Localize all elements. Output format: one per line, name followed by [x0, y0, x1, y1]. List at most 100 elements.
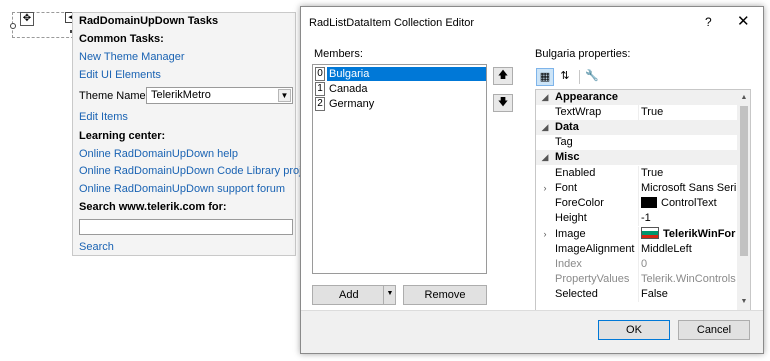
- collection-editor-dialog: RadListDataItem Collection Editor ? ✕ Me…: [300, 6, 764, 354]
- property-value[interactable]: MiddleLeft: [638, 242, 736, 257]
- search-heading: Search www.telerik.com for:: [79, 201, 227, 213]
- category-name: Appearance: [555, 91, 618, 103]
- bulgaria-flag-icon: [641, 227, 659, 239]
- collapse-icon[interactable]: ◢: [539, 120, 551, 135]
- property-row[interactable]: Tag: [536, 135, 737, 150]
- edit-ui-elements-link[interactable]: Edit UI Elements: [79, 69, 161, 81]
- scroll-up-icon[interactable]: ▲: [739, 92, 749, 104]
- property-name: Selected: [555, 288, 598, 300]
- toolbar-separator: [579, 70, 580, 84]
- resize-handle[interactable]: [10, 23, 16, 29]
- property-row[interactable]: PropertyValues Telerik.WinControls.RadPr…: [536, 272, 737, 287]
- property-row[interactable]: Selected False: [536, 287, 737, 302]
- property-value[interactable]: -1: [638, 211, 736, 226]
- list-item[interactable]: 2 Germany: [315, 97, 486, 111]
- property-name: Tag: [555, 136, 573, 148]
- raddomainupdown-control[interactable]: ✥ ◀: [10, 12, 77, 38]
- property-row[interactable]: › Font Microsoft Sans Serif, 8,25pt: [536, 181, 737, 196]
- property-value[interactable]: True: [638, 166, 736, 181]
- list-item-name: Canada: [329, 83, 368, 95]
- theme-name-label: Theme Name:: [79, 90, 149, 102]
- property-value[interactable]: True: [638, 105, 736, 120]
- properties-label: Bulgaria properties:: [535, 48, 631, 60]
- property-row[interactable]: ForeColor ControlText: [536, 196, 737, 211]
- alphabetical-sort-icon[interactable]: ⇅: [556, 68, 574, 86]
- help-button[interactable]: ?: [705, 15, 712, 29]
- property-name: Enabled: [555, 167, 596, 179]
- search-input[interactable]: [79, 219, 293, 235]
- property-value-text: ControlText: [661, 197, 717, 209]
- up-arrow-icon: 🡅: [497, 70, 509, 81]
- list-item-name: Bulgaria: [327, 67, 486, 81]
- categorized-view-icon[interactable]: ▦: [536, 68, 554, 86]
- move-handle-icon[interactable]: ✥: [20, 12, 34, 26]
- property-name: ForeColor: [555, 197, 604, 209]
- list-item[interactable]: 1 Canada: [315, 82, 486, 96]
- add-dropdown-arrow-icon[interactable]: ▼: [383, 285, 396, 305]
- remove-button[interactable]: Remove: [403, 285, 487, 305]
- property-value[interactable]: Microsoft Sans Serif, 8,25pt: [638, 181, 736, 196]
- property-value[interactable]: TelerikWinForms: [638, 227, 736, 242]
- property-name: Image: [555, 228, 586, 240]
- property-pages-icon[interactable]: 🔧: [583, 68, 601, 86]
- scroll-down-icon[interactable]: ▼: [739, 296, 749, 308]
- property-name: Font: [555, 182, 578, 194]
- new-theme-manager-link[interactable]: New Theme Manager: [79, 51, 185, 63]
- dialog-footer: OK Cancel: [301, 310, 763, 353]
- smart-tag-panel: RadDomainUpDown Tasks Common Tasks: New …: [72, 12, 322, 256]
- property-grid-scrollbar[interactable]: ▲ ▼: [737, 90, 750, 310]
- category-name: Misc: [555, 151, 580, 163]
- support-forum-link[interactable]: Online RadDomainUpDown support forum: [79, 183, 285, 195]
- property-row[interactable]: Index 0: [536, 257, 737, 272]
- property-row[interactable]: ImageAlignment MiddleLeft: [536, 242, 737, 257]
- property-row[interactable]: › Image TelerikWinForms: [536, 227, 737, 242]
- edit-items-link[interactable]: Edit Items: [79, 111, 128, 123]
- scrollbar-thumb[interactable]: [740, 106, 748, 256]
- dialog-title: RadListDataItem Collection Editor: [309, 17, 475, 29]
- collapse-icon[interactable]: ◢: [539, 150, 551, 165]
- category-row[interactable]: ◢ Appearance: [536, 90, 737, 105]
- move-down-button[interactable]: 🡇: [493, 94, 513, 112]
- list-item-index: 1: [315, 82, 325, 96]
- property-grid[interactable]: ◢ Appearance TextWrap True ◢ Data Tag ◢ …: [535, 89, 751, 311]
- property-row[interactable]: TextWrap True: [536, 105, 737, 120]
- online-help-link[interactable]: Online RadDomainUpDown help: [79, 148, 238, 160]
- move-up-button[interactable]: 🡅: [493, 67, 513, 85]
- property-value[interactable]: False: [638, 287, 736, 302]
- add-button-label: Add: [339, 289, 359, 301]
- close-icon[interactable]: ✕: [737, 12, 750, 30]
- list-item-name: Germany: [329, 98, 375, 110]
- chevron-down-icon[interactable]: ▼: [278, 89, 291, 102]
- category-row[interactable]: ◢ Misc: [536, 150, 737, 165]
- search-link[interactable]: Search: [79, 241, 114, 253]
- common-tasks-heading: Common Tasks:: [79, 33, 164, 45]
- property-grid-toolbar: ▦ ⇅ 🔧: [535, 67, 751, 89]
- property-name: TextWrap: [555, 106, 602, 118]
- list-item[interactable]: 0 Bulgaria: [315, 67, 486, 81]
- ok-button[interactable]: OK: [598, 320, 670, 340]
- category-row[interactable]: ◢ Data: [536, 120, 737, 135]
- property-row[interactable]: Height -1: [536, 211, 737, 226]
- expand-icon[interactable]: ›: [539, 181, 551, 196]
- property-name: PropertyValues: [555, 273, 630, 285]
- property-value: Telerik.WinControls.RadPropertyValues: [638, 272, 736, 287]
- category-name: Data: [555, 121, 579, 133]
- code-library-link[interactable]: Online RadDomainUpDown Code Library proj…: [79, 165, 322, 177]
- property-name: Height: [555, 212, 587, 224]
- collapse-icon[interactable]: ◢: [539, 90, 551, 105]
- theme-name-combobox[interactable]: TelerikMetro ▼: [146, 87, 293, 104]
- list-item-index: 0: [315, 67, 325, 81]
- expand-icon[interactable]: ›: [539, 227, 551, 242]
- list-item-index: 2: [315, 97, 325, 111]
- property-value: 0: [638, 257, 736, 272]
- members-label: Members:: [314, 48, 363, 60]
- property-value[interactable]: ControlText: [638, 196, 736, 211]
- property-name: ImageAlignment: [555, 243, 635, 255]
- color-swatch: [641, 197, 657, 208]
- theme-name-value: TelerikMetro: [151, 89, 211, 101]
- down-arrow-icon: 🡇: [497, 97, 509, 108]
- property-row[interactable]: Enabled True: [536, 166, 737, 181]
- smart-tag-title: RadDomainUpDown Tasks: [79, 15, 219, 27]
- cancel-button[interactable]: Cancel: [678, 320, 750, 340]
- members-list[interactable]: 0 Bulgaria 1 Canada 2 Germany: [312, 64, 487, 274]
